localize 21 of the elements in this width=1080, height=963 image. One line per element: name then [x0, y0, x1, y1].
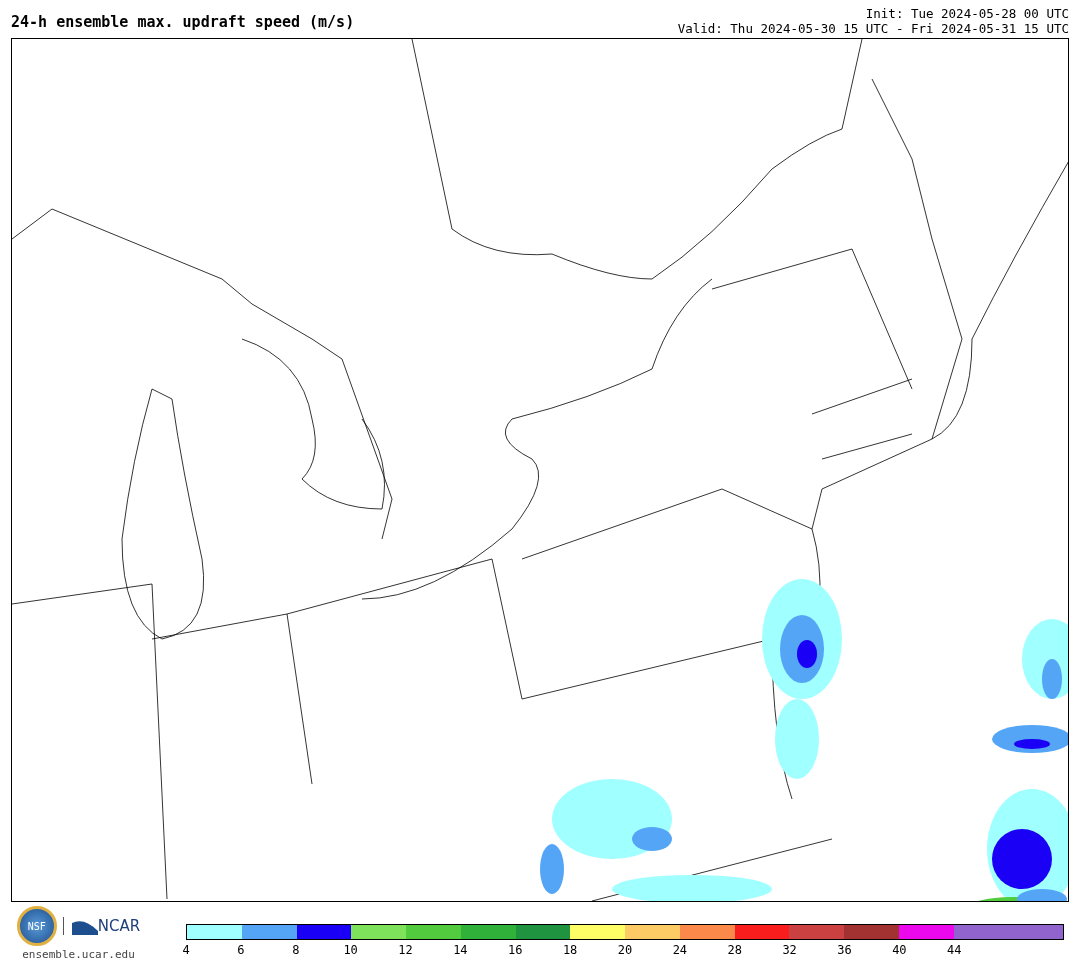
scale-label: 4 [182, 943, 190, 957]
chart-title: 24-h ensemble max. updraft speed (m/s) [11, 13, 355, 33]
scale-label: 16 [508, 943, 523, 957]
site-url: ensemble.ucar.edu [22, 948, 135, 961]
scale-label: 44 [947, 943, 962, 957]
nsf-logo: NSF [16, 906, 57, 946]
scale-label: 40 [892, 943, 907, 957]
scale-label: 10 [343, 943, 358, 957]
scale-label: 24 [672, 943, 688, 957]
scale-label: 32 [782, 943, 797, 957]
scale-label: 28 [727, 943, 742, 957]
scale-label: 8 [292, 943, 300, 957]
scale-label: 14 [453, 943, 468, 957]
valid-time: Valid: Thu 2024-05-30 15 UTC - Fri 2024-05-31 15 UTC [677, 21, 1069, 36]
scale-label: 36 [837, 943, 852, 957]
scale-label: 18 [562, 943, 578, 957]
ncar-logo: NCAR [62, 917, 141, 935]
scale-label: 20 [617, 943, 633, 957]
scale-label: 6 [237, 943, 245, 957]
init-time: Init: Tue 2024-05-28 00 UTC [865, 6, 1069, 21]
scale-label: 12 [398, 943, 413, 957]
